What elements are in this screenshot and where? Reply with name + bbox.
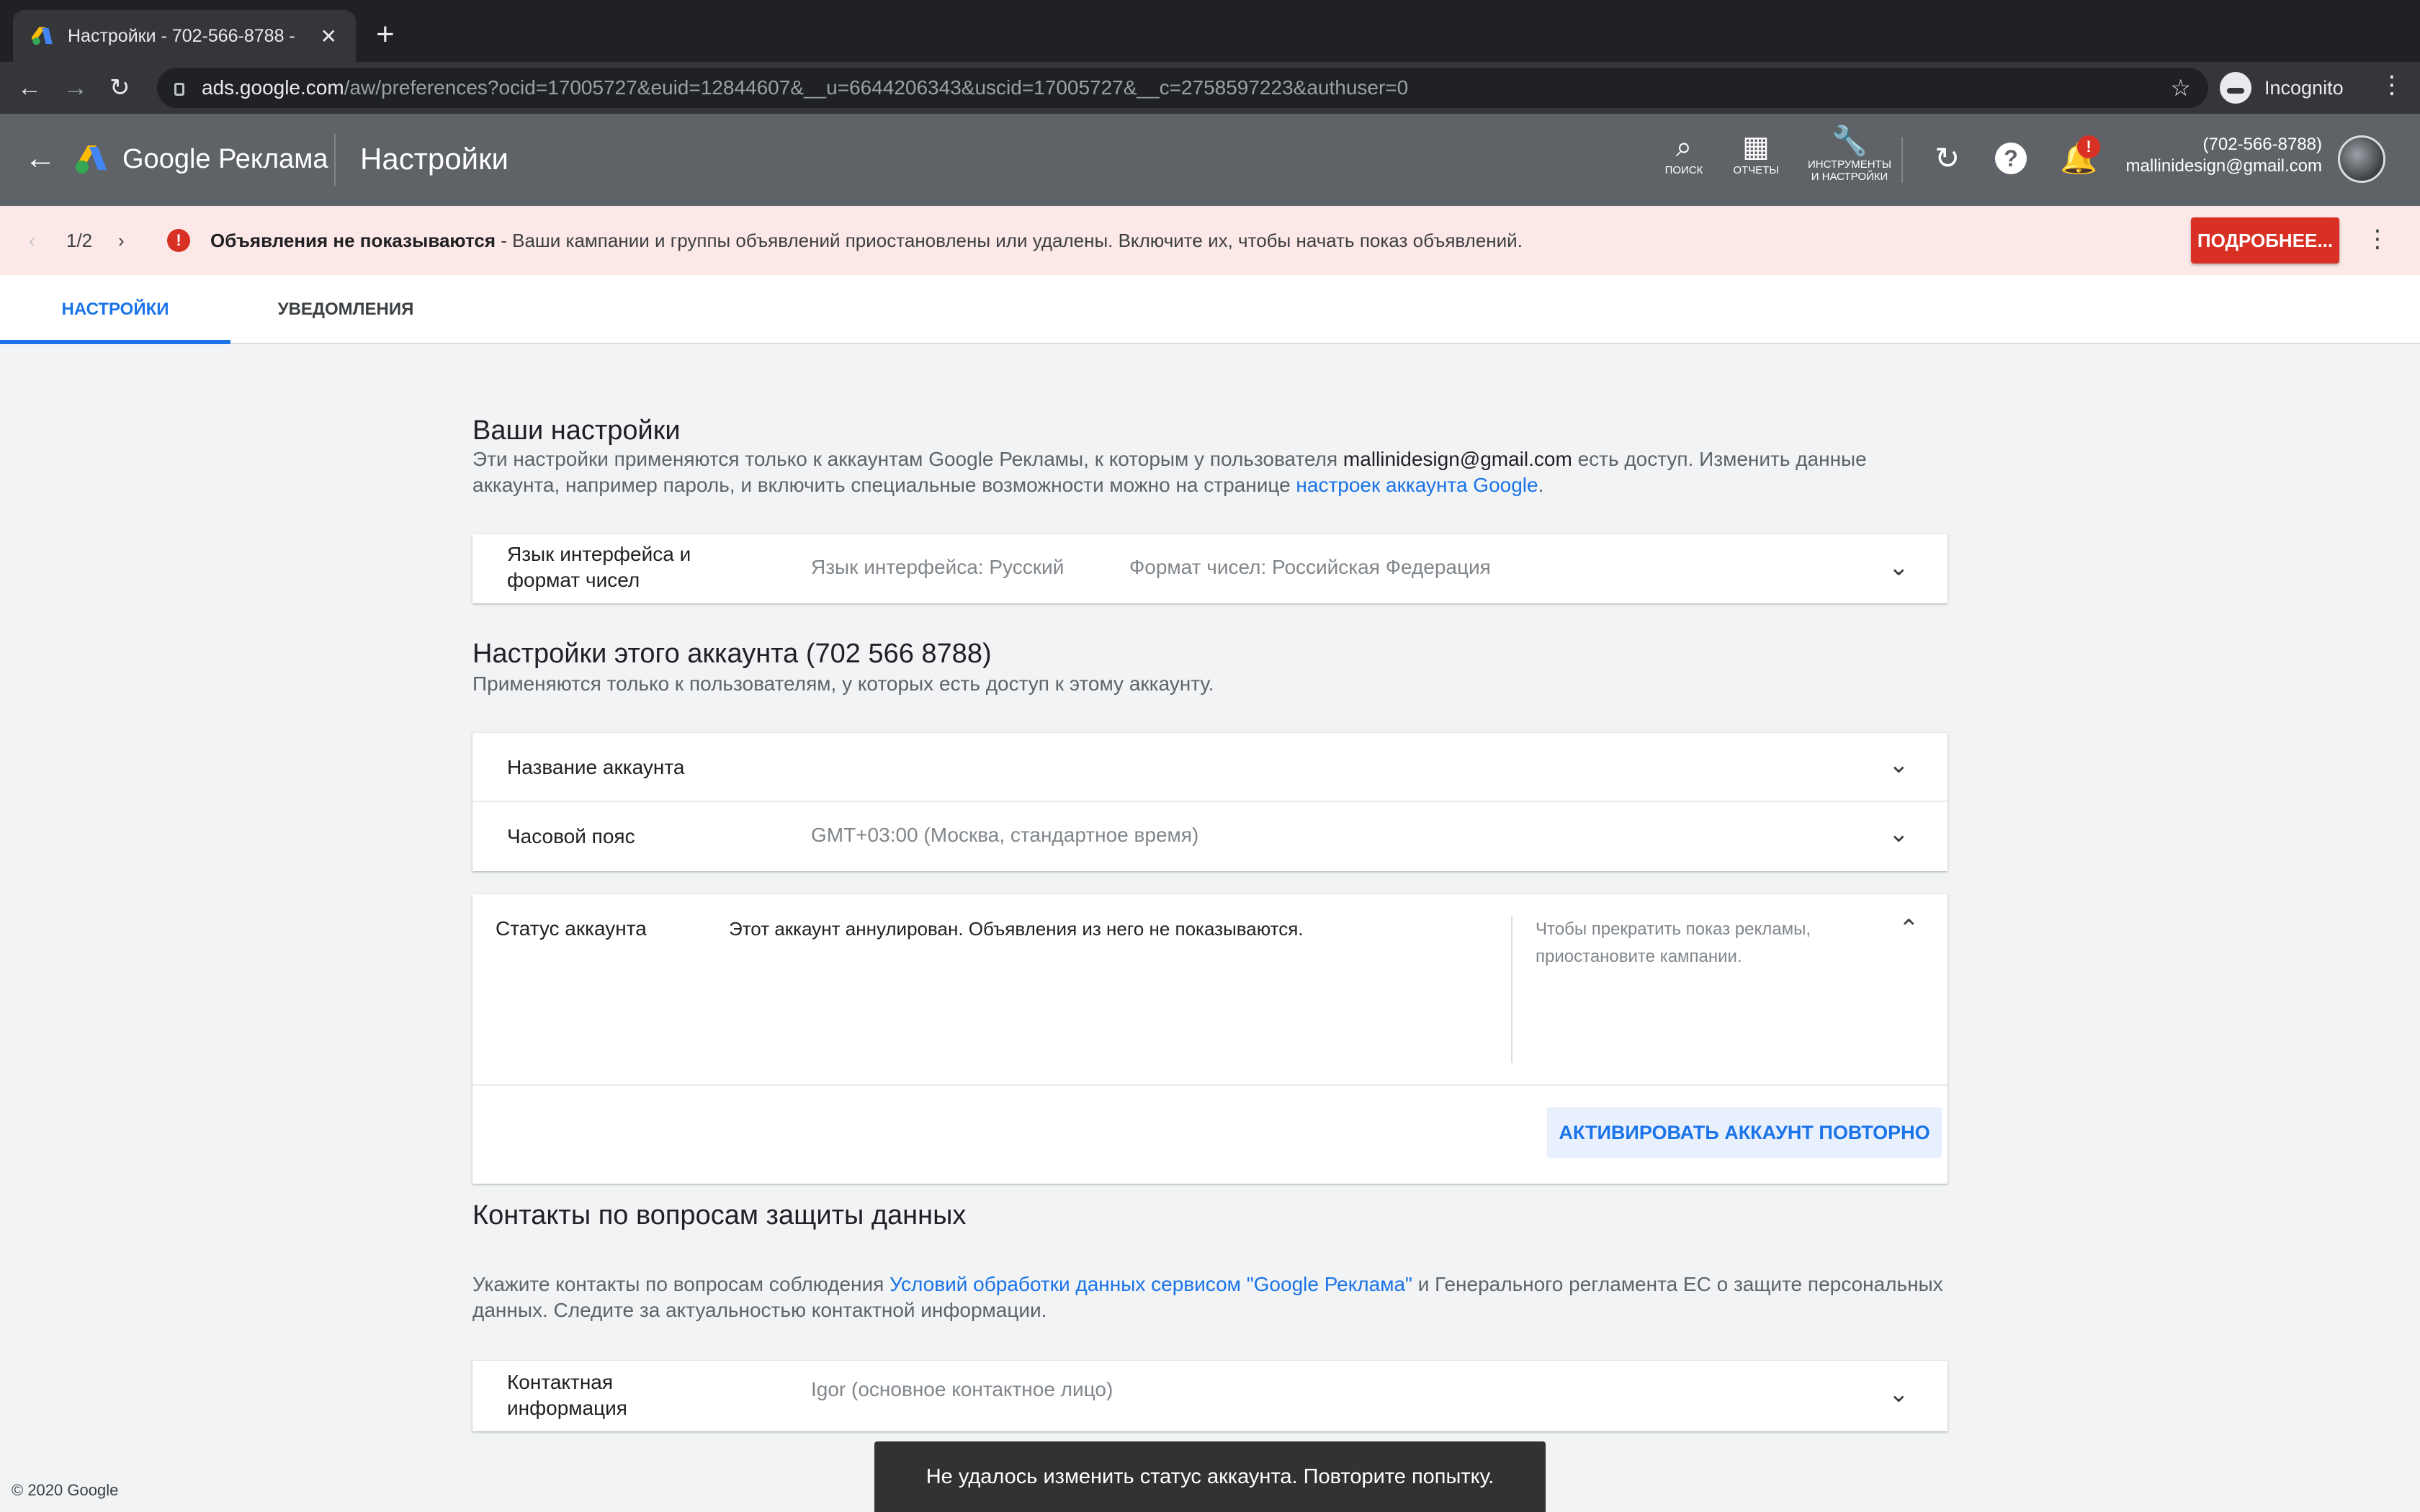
account-email: mallinidesign@gmail.com (2125, 156, 2322, 176)
reports-tool-button[interactable]: ▦ ОТЧЕТЫ (1724, 130, 1788, 176)
tab-title: Настройки - 702-566-8788 - (68, 25, 295, 46)
language-format-label: Язык интерфейса и формат чисел (507, 541, 691, 593)
account-status-card: Статус аккаунта Этот аккаунт аннулирован… (472, 894, 1948, 1184)
desc-email: mallinidesign@gmail.com (1343, 448, 1572, 470)
account-settings-description: Применяются только к пользователям, у ко… (472, 672, 1214, 695)
header-divider (334, 134, 336, 186)
alert-pager: 1/2 (66, 230, 93, 251)
refresh-icon[interactable]: ↻ (1935, 141, 1960, 176)
account-status-label: Статус аккаунта (496, 917, 647, 940)
alert-message: Объявления не показываются - Ваши кампан… (210, 228, 1523, 253)
google-ads-logo-icon (76, 145, 107, 174)
incognito-profile[interactable]: Incognito (2220, 69, 2344, 107)
bookmark-star-icon[interactable]: ☆ (2170, 74, 2191, 102)
timezone-row[interactable]: Часовой пояс GMT+03:00 (Москва, стандарт… (472, 802, 1948, 871)
browser-tab-strip: Настройки - 702-566-8788 - ✕ + (0, 0, 2420, 62)
browser-forward-icon[interactable]: → (63, 72, 88, 104)
lock-icon (174, 83, 184, 96)
your-settings-title: Ваши настройки (472, 415, 681, 446)
label-line: информация (507, 1397, 627, 1419)
notification-badge: ! (2077, 135, 2100, 158)
privacy-desc-text: Укажите контакты по вопросам соблюдения (472, 1273, 890, 1295)
alert-prev-icon[interactable]: ‹ (29, 228, 35, 253)
account-name-row[interactable]: Название аккаунта ⌄ (472, 733, 1948, 801)
browser-menu-icon[interactable]: ⋮ (2380, 71, 2404, 99)
settings-tabs: НАСТРОЙКИ УВЕДОМЛЕНИЯ (0, 275, 2420, 344)
account-phone: (702-566-8788) (2202, 135, 2322, 154)
your-settings-description: Эти настройки применяются только к аккау… (472, 446, 1956, 498)
chevron-down-icon[interactable]: ⌄ (1888, 821, 1909, 847)
account-info[interactable]: (702-566-8788) mallinidesign@gmail.com (2126, 134, 2322, 177)
alert-menu-icon[interactable]: ⋮ (2365, 225, 2390, 253)
contact-info-card[interactable]: Контактная информация Igor (основное кон… (472, 1361, 1948, 1431)
address-bar[interactable]: ads.google.com/aw/preferences?ocid=17005… (157, 68, 2208, 108)
language-format-card[interactable]: Язык интерфейса и формат чисел Язык инте… (472, 534, 1948, 603)
chevron-down-icon[interactable]: ⌄ (1888, 752, 1909, 778)
google-ads-favicon-icon (32, 27, 53, 45)
account-settings-card: Название аккаунта ⌄ Часовой пояс GMT+03:… (472, 733, 1948, 871)
account-status-hint: Чтобы прекратить показ рекламы, приостан… (1536, 919, 1811, 966)
incognito-icon (2220, 72, 2251, 104)
tools-label-line1: ИНСТРУМЕНТЫ (1807, 158, 1892, 171)
tab-notifications[interactable]: УВЕДОМЛЕНИЯ (251, 275, 441, 344)
label-line: Контактная (507, 1371, 614, 1393)
url-host: ads.google.com (202, 76, 344, 99)
page-title: Настройки (360, 142, 508, 176)
alert-body: - Ваши кампании и группы объявлений прио… (496, 230, 1523, 251)
browser-tab[interactable]: Настройки - 702-566-8788 - ✕ (13, 10, 356, 62)
reactivate-account-button[interactable]: АКТИВИРОВАТЬ АККАУНТ ПОВТОРНО (1547, 1107, 1942, 1158)
desc-text: Эти настройки применяются только к аккау… (472, 448, 1343, 470)
browser-toolbar: ← → ↻ ads.google.com/aw/preferences?ocid… (0, 62, 2420, 114)
row-divider (472, 1084, 1948, 1086)
tab-settings[interactable]: НАСТРОЙКИ (0, 275, 230, 344)
tab-close-icon[interactable]: ✕ (321, 24, 337, 48)
url-path: /aw/preferences?ocid=17005727&euid=12844… (344, 76, 1409, 99)
interface-language-value: Язык интерфейса: Русский (811, 556, 1065, 578)
alert-bar: ‹ 1/2 › ! Объявления не показываются - В… (0, 206, 2420, 275)
alert-title: Объявления не показываются (210, 230, 496, 251)
chevron-down-icon[interactable]: ⌄ (1888, 1381, 1909, 1407)
reports-tool-label: ОТЧЕТЫ (1733, 164, 1779, 176)
label-line: формат чисел (507, 569, 640, 591)
data-processing-terms-link[interactable]: Условий обработки данных сервисом "Googl… (889, 1273, 1412, 1295)
google-account-settings-link[interactable]: настроек аккаунта Google (1296, 474, 1538, 496)
alert-details-button[interactable]: ПОДРОБНЕЕ... (2191, 217, 2339, 264)
incognito-label: Incognito (2264, 76, 2344, 99)
chevron-down-icon[interactable]: ⌄ (1888, 554, 1909, 580)
desc-end: . (1538, 474, 1544, 496)
reports-icon: ▦ (1742, 131, 1770, 163)
label-line: Язык интерфейса и (507, 543, 691, 565)
search-icon: ⌕ (1675, 131, 1693, 163)
account-name-label: Название аккаунта (507, 756, 685, 778)
number-format-value: Формат чисел: Российская Федерация (1129, 556, 1491, 578)
brand-name: Google Реклама (122, 144, 328, 174)
contact-info-value: Igor (основное контактное лицо) (811, 1378, 1113, 1400)
new-tab-button[interactable]: + (376, 17, 395, 52)
search-tool-button[interactable]: ⌕ ПОИСК (1658, 130, 1710, 176)
reload-icon[interactable]: ↻ (109, 72, 130, 104)
ads-header: ← Google Реклама Настройки ⌕ ПОИСК ▦ ОТЧ… (0, 114, 2420, 206)
footer-copyright: © 2020 Google (12, 1481, 119, 1499)
help-icon[interactable]: ? (1995, 143, 2027, 174)
error-icon: ! (167, 229, 190, 252)
tools-label-line2: И НАСТРОЙКИ (1811, 171, 1888, 183)
header-tools-divider (1901, 137, 1903, 183)
search-tool-label: ПОИСК (1664, 164, 1703, 176)
timezone-label: Часовой пояс (507, 825, 635, 847)
chevron-up-icon[interactable]: ⌃ (1899, 916, 1919, 942)
privacy-text: Укажите контакты по вопросам соблюдения … (472, 1272, 1956, 1323)
account-settings-title: Настройки этого аккаунта (702 566 8788) (472, 639, 992, 669)
privacy-contacts-title: Контакты по вопросам защиты данных (472, 1200, 967, 1230)
error-toast: Не удалось изменить статус аккаунта. Пов… (874, 1441, 1546, 1512)
avatar[interactable] (2338, 135, 2385, 183)
back-arrow-icon[interactable]: ← (24, 138, 56, 179)
timezone-value: GMT+03:00 (Москва, стандартное время) (811, 824, 1199, 846)
tools-settings-button[interactable]: 🔧 ИНСТРУМЕНТЫ И НАСТРОЙКИ (1802, 124, 1897, 183)
alert-next-icon[interactable]: › (118, 228, 125, 253)
wrench-icon: 🔧 (1832, 125, 1868, 157)
browser-back-icon[interactable]: ← (17, 72, 42, 104)
account-status-message: Этот аккаунт аннулирован. Объявления из … (729, 918, 1304, 940)
status-divider (1511, 916, 1512, 1063)
contact-info-label: Контактная информация (507, 1369, 627, 1421)
